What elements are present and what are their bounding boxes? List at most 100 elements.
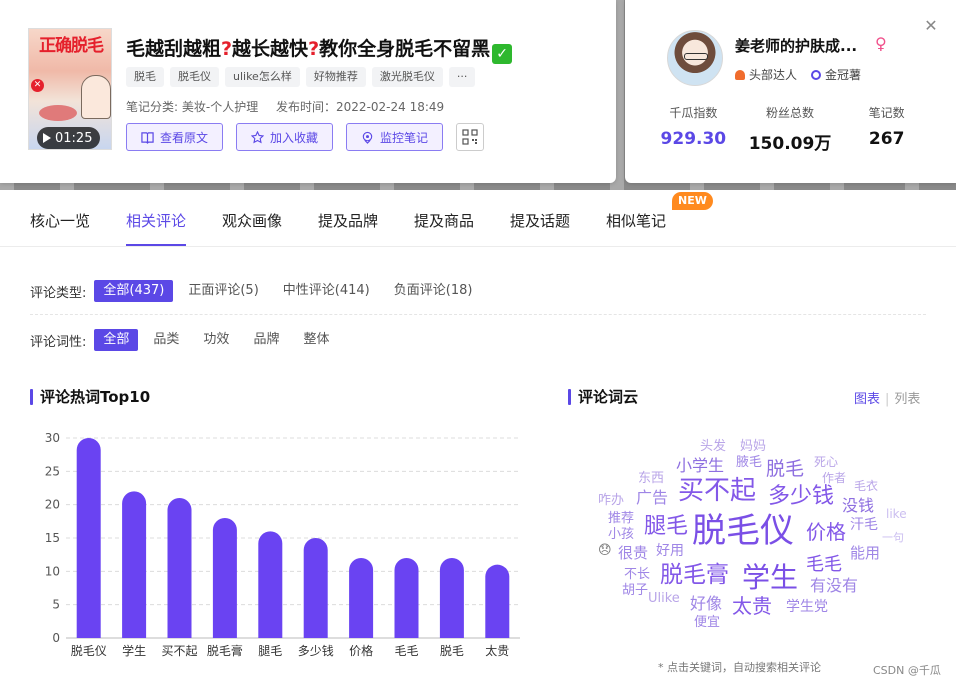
cloud-word[interactable]: 腋毛 <box>736 456 762 469</box>
close-icon[interactable]: ✕ <box>923 18 939 34</box>
word-cloud: 头发 妈妈 小学生 腋毛 脱毛 死心 东西 买不起 作者 毛衣 咋办 广告 多少钱 没钱 推荐 like 腿毛脱… <box>592 432 922 637</box>
badge-label: 金冠薯 <box>825 68 862 82</box>
cloud-word[interactable]: 价格 <box>806 522 846 542</box>
x-tick-label: 多少钱 <box>298 643 334 658</box>
cloud-word[interactable]: 能用 <box>850 546 880 561</box>
tag[interactable]: ulike怎么样 <box>225 67 300 87</box>
cloud-word[interactable]: 广告 <box>636 490 668 506</box>
cloud-word[interactable]: 一句 <box>882 532 904 543</box>
list-view-button[interactable]: 列表 <box>894 392 920 407</box>
cloud-word[interactable]: 死心 <box>814 456 838 468</box>
cloud-word[interactable]: 学生党 <box>786 600 828 614</box>
cloud-word[interactable]: 好像 <box>690 596 722 612</box>
bar-毛毛[interactable] <box>394 558 419 638</box>
filter-effect[interactable]: 功效 <box>194 329 238 351</box>
tab-products[interactable]: 提及商品 <box>414 210 474 231</box>
cloud-word[interactable]: 毛毛 <box>806 556 842 574</box>
bar-买不起[interactable] <box>167 498 192 638</box>
cloud-word[interactable]: 便宜 <box>694 616 720 629</box>
avatar[interactable] <box>667 30 723 86</box>
cloud-word[interactable]: 太贵 <box>732 596 772 616</box>
bar-多少钱[interactable] <box>303 538 328 638</box>
cloud-word[interactable]: 毛衣 <box>854 480 878 492</box>
tab-topics[interactable]: 提及话题 <box>510 210 570 231</box>
stat-value: 929.30 <box>660 129 727 149</box>
filter-all-words[interactable]: 全部 <box>94 329 139 351</box>
duration-text: 01:25 <box>55 130 93 146</box>
cloud-word[interactable]: 脱毛 <box>766 460 804 479</box>
tag[interactable]: 脱毛 <box>126 67 164 87</box>
cloud-word[interactable]: 脱毛膏 <box>660 564 729 587</box>
stat-label: 千瓜指数 <box>669 106 718 120</box>
chart-view-button[interactable]: 图表 <box>854 392 880 407</box>
cloud-word[interactable]: 脱毛仪 <box>692 514 794 548</box>
filter-brand[interactable]: 品牌 <box>244 329 288 351</box>
bar-脱毛膏[interactable] <box>212 518 237 638</box>
y-tick-label: 25 <box>45 464 60 478</box>
cloud-word[interactable]: 腿毛 <box>644 516 688 538</box>
tab-overview[interactable]: 核心一览 <box>30 210 90 231</box>
bar-脱毛[interactable] <box>439 558 464 638</box>
tab-audience[interactable]: 观众画像 <box>222 210 282 231</box>
cloud-word[interactable]: 学生 <box>742 564 798 592</box>
stat-value: 267 <box>868 129 905 149</box>
word-type-filter: 评论词性: 全部 品类 功效 品牌 整体 <box>30 329 344 351</box>
cloud-word[interactable]: 小孩 <box>608 528 634 541</box>
tab-similar-notes[interactable]: 相似笔记 <box>606 210 666 231</box>
cloud-word[interactable]: 妈妈 <box>740 440 766 453</box>
tab-comments[interactable]: 相关评论 <box>126 210 187 246</box>
cloud-word[interactable]: 好用 <box>656 544 684 558</box>
monitor-note-button[interactable]: 监控笔记 <box>346 123 444 151</box>
author-name[interactable]: 姜老师的护肤成... <box>735 35 857 56</box>
tag[interactable]: 好物推荐 <box>305 67 366 87</box>
question-mark-icon: ? <box>221 38 233 60</box>
cloud-word[interactable]: 有没有 <box>810 578 858 594</box>
note-category: 笔记分类: 美妆-个人护理 <box>126 100 259 114</box>
book-icon <box>141 131 154 144</box>
cloud-word[interactable]: 东西 <box>638 472 664 485</box>
view-original-button[interactable]: 查看原文 <box>126 123 224 151</box>
word-cloud-title-text: 评论词云 <box>578 388 639 406</box>
cloud-word[interactable]: 作者 <box>822 472 846 484</box>
filter-overall[interactable]: 整体 <box>294 329 338 351</box>
x-tick-label: 脱毛仪 <box>71 643 107 658</box>
cloud-word[interactable]: 小学生 <box>676 458 724 474</box>
cloud-word[interactable]: 很贵 <box>618 546 648 561</box>
bar-脱毛仪[interactable] <box>76 438 101 638</box>
bar-腿毛[interactable] <box>258 531 283 638</box>
note-cover[interactable]: 正确脱毛 ✕ 01:25 <box>28 28 112 150</box>
filter-category[interactable]: 品类 <box>144 329 188 351</box>
cloud-word[interactable]: 汗毛 <box>850 518 878 532</box>
cloud-word[interactable]: 没钱 <box>842 498 874 514</box>
author-badges: 头部达人 金冠薯 <box>735 66 861 83</box>
cloud-word[interactable]: 😞 <box>598 544 612 557</box>
filter-all-comments[interactable]: 全部(437) <box>94 280 174 302</box>
cloud-word[interactable]: 头发 <box>700 440 726 453</box>
top10-title-text: 评论热词Top10 <box>40 388 151 406</box>
person-icon <box>735 69 745 80</box>
stat-value: 150.09万 <box>748 134 832 154</box>
bar-价格[interactable] <box>349 558 374 638</box>
cloud-word[interactable]: Ulike <box>648 592 680 605</box>
cloud-word[interactable]: 胡子 <box>622 584 648 597</box>
note-meta: 笔记分类: 美妆-个人护理 发布时间：2022-02-24 18:49 <box>126 98 458 115</box>
bar-学生[interactable] <box>122 491 147 638</box>
cover-title: 正确脱毛 <box>39 36 104 56</box>
qr-code-button[interactable] <box>456 123 485 151</box>
add-favorite-label: 加入收藏 <box>270 130 319 145</box>
filter-negative[interactable]: 负面评论(18) <box>385 280 482 302</box>
cloud-word[interactable]: 咋办 <box>598 494 624 507</box>
filter-positive[interactable]: 正面评论(5) <box>179 280 267 302</box>
more-tags-button[interactable]: ··· <box>448 67 476 87</box>
tag[interactable]: 激光脱毛仪 <box>371 67 443 87</box>
filter-neutral[interactable]: 中性评论(414) <box>274 280 379 302</box>
cloud-word[interactable]: 不长 <box>624 568 650 581</box>
bar-太贵[interactable] <box>485 564 510 638</box>
tab-brands[interactable]: 提及品牌 <box>318 210 378 231</box>
cloud-word[interactable]: 推荐 <box>608 512 634 525</box>
tag[interactable]: 脱毛仪 <box>170 67 219 87</box>
cloud-word[interactable]: 买不起 <box>678 478 756 504</box>
add-favorite-button[interactable]: 加入收藏 <box>236 123 334 151</box>
cloud-word[interactable]: like <box>886 508 907 520</box>
cloud-word[interactable]: 多少钱 <box>768 486 834 508</box>
